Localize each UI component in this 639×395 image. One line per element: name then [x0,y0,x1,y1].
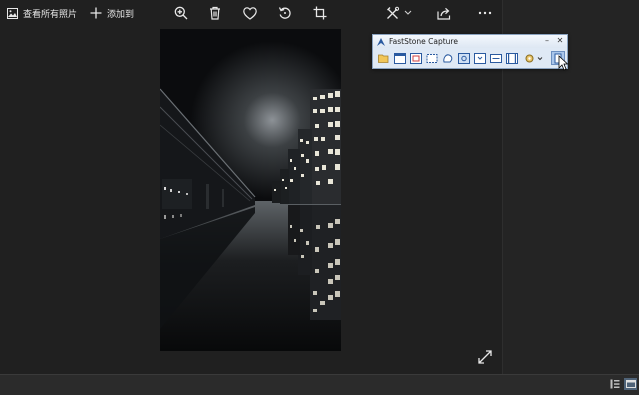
faststone-tool-strip [375,50,565,67]
mouse-cursor-icon [558,55,568,71]
more-button[interactable] [475,4,495,22]
see-all-photos-label: 查看所有照片 [23,9,78,20]
fsc-capture-fixed-region-button[interactable] [489,51,503,65]
delete-icon [210,6,220,20]
favorite-button[interactable] [240,4,260,22]
favorite-icon [243,6,257,20]
capture-object-icon [410,52,422,64]
rotate-button[interactable] [275,4,295,22]
fullscreen-button[interactable] [475,347,495,367]
faststone-close-button[interactable]: ✕ [555,36,565,46]
details-view-button[interactable] [608,378,621,390]
preview-view-icon [625,380,636,388]
faststone-capture-window[interactable]: FastStone Capture – ✕ [372,34,568,69]
crop-icon [313,6,327,20]
fsc-capture-scrolling-button[interactable] [473,51,487,65]
night-canal-photo [160,29,341,351]
share-icon [437,7,451,20]
open-folder-icon [378,54,389,63]
crop-button[interactable] [310,4,330,22]
faststone-title: FastStone Capture [389,37,458,46]
zoom-in-button[interactable] [171,4,191,22]
details-view-icon [610,379,619,389]
capture-freehand-icon [443,53,453,62]
faststone-logo-icon [377,37,385,46]
add-to-button[interactable]: 添加到 [90,4,134,22]
see-all-photos-button[interactable]: 查看所有照片 [7,4,77,22]
screen-recorder-icon [506,52,518,64]
more-icon [478,11,492,15]
fsc-screen-recorder-button[interactable] [505,51,519,65]
share-button[interactable] [434,4,454,22]
edit-create-icon [387,6,412,19]
fsc-capture-fullscreen-button[interactable] [457,51,471,65]
fsc-settings-button[interactable] [523,51,545,65]
fsc-open-button[interactable] [377,51,391,65]
fsc-capture-rectangle-button[interactable] [425,51,439,65]
settings-gear-icon [525,54,543,62]
status-bar [0,374,639,395]
fsc-capture-window-button[interactable] [393,51,407,65]
plus-icon [90,7,102,19]
faststone-minimize-button[interactable]: – [542,36,552,46]
preview-view-button[interactable] [624,378,637,390]
fsc-capture-object-button[interactable] [409,51,423,65]
capture-fullscreen-icon [458,52,470,64]
photo-icon [7,7,18,19]
fsc-capture-freehand-button[interactable] [441,51,455,65]
edit-create-button[interactable] [385,4,413,22]
rotate-icon [278,7,291,19]
faststone-title-bar[interactable]: FastStone Capture – ✕ [373,35,567,48]
capture-fixed-region-icon [490,53,502,63]
expand-icon [478,350,492,364]
capture-rectangle-icon [426,53,438,63]
top-toolbar: 查看所有照片 添加到 [0,0,502,28]
capture-scrolling-icon [474,52,486,64]
zoom-in-icon [174,6,188,20]
photo-viewer-image[interactable] [160,29,341,351]
delete-button[interactable] [205,4,225,22]
add-to-label: 添加到 [107,9,135,20]
capture-window-icon [394,52,406,64]
